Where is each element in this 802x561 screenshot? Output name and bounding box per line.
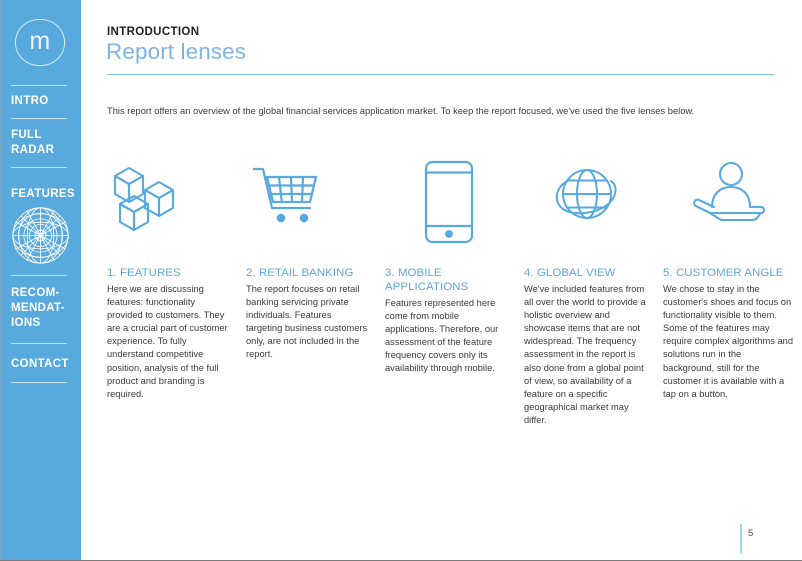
title-divider (107, 74, 774, 76)
sidebar-divider (11, 382, 67, 383)
lens-heading-3: 3. MOBILE APPLICATIONS (385, 267, 469, 293)
sidebar-divider (11, 343, 67, 344)
sidebar-item-full-radar[interactable]: FULL RADAR (11, 128, 79, 158)
cubes-icon (107, 160, 231, 246)
sidebar-divider (11, 275, 67, 276)
logo[interactable]: m (15, 19, 65, 66)
lens-heading-2: 2. RETAIL BANKING (246, 267, 354, 279)
page-title: Report lenses (106, 39, 247, 64)
sidebar-item-features[interactable]: FEATURES (11, 187, 79, 202)
slide-page: m INTRO FULL RADAR FEATURES RECOM- MENDA… (0, 0, 802, 561)
sidebar-divider (11, 167, 67, 168)
lens-body-3: Features represented here come from mobi… (385, 298, 499, 374)
customer-in-hand-icon (663, 160, 793, 246)
logo-squircle-icon: m (15, 19, 65, 66)
main-content: INTRODUCTION Report lenses This report o… (81, 0, 802, 560)
lens-column-3: 3. MOBILE APPLICATIONS Features represen… (385, 160, 509, 376)
lens-heading-4: 4. GLOBAL VIEW (524, 267, 616, 279)
section-eyebrow: INTRODUCTION (107, 26, 200, 38)
globe-icon (524, 160, 648, 246)
lens-column-2: 2. RETAIL BANKING The report focuses on … (246, 160, 370, 362)
sidebar-item-contact[interactable]: CONTACT (11, 357, 79, 372)
lens-column-5: 5. CUSTOMER ANGLE We chose to stay in th… (663, 160, 793, 401)
lens-column-1: 1. FEATURES Here we are discussing featu… (107, 160, 231, 401)
mobile-phone-icon (385, 160, 509, 246)
sidebar-item-intro[interactable]: INTRO (11, 94, 79, 109)
radar-chart-icon (11, 206, 70, 265)
sidebar-left-edge (0, 0, 3, 560)
lens-body-2: The report focuses on retail banking ser… (246, 284, 368, 360)
sidebar-item-recommendations[interactable]: RECOM- MENDAT- IONS (11, 286, 79, 331)
page-number: 5 (748, 528, 754, 539)
logo-letter: m (29, 27, 51, 55)
shopping-cart-icon (246, 160, 370, 246)
page-number-accent-rule (740, 524, 743, 554)
sidebar-divider (11, 85, 67, 86)
lens-body-4: We've included features from all over th… (524, 284, 646, 425)
lens-heading-5: 5. CUSTOMER ANGLE (663, 267, 784, 279)
sidebar-divider (11, 118, 67, 119)
sidebar: m INTRO FULL RADAR FEATURES RECOM- MENDA… (0, 0, 81, 560)
lens-body-5: We chose to stay in the customer's shoes… (663, 284, 794, 399)
lens-column-4: 4. GLOBAL VIEW We've included features f… (524, 160, 648, 427)
intro-paragraph: This report offers an overview of the gl… (107, 106, 695, 116)
lens-body-1: Here we are discussing features: functio… (107, 284, 228, 399)
lens-heading-1: 1. FEATURES (107, 267, 181, 279)
